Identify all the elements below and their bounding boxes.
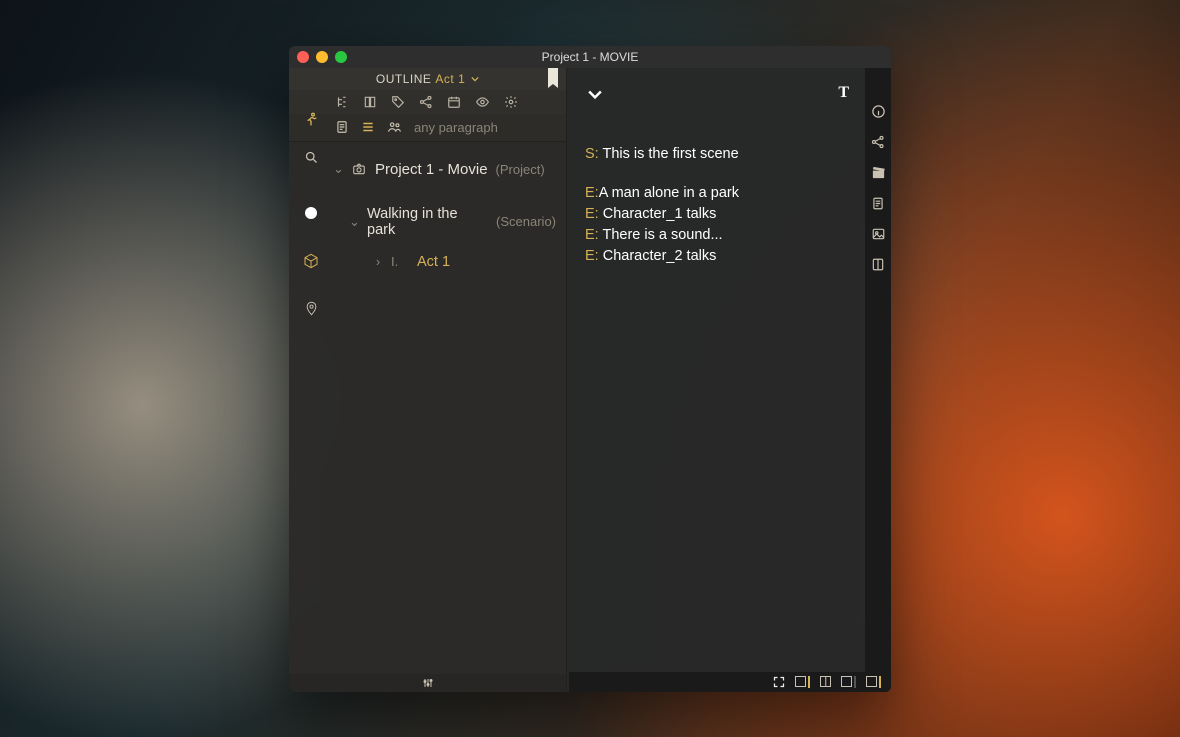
- app-window: Project 1 - MOVIE OUTLINE: [289, 46, 891, 692]
- editor-area[interactable]: T S: This is the first scene E:A man alo…: [567, 68, 865, 692]
- layout-toggle-3[interactable]: [841, 676, 856, 688]
- running-man-icon[interactable]: [303, 112, 319, 128]
- outline-footer: [289, 674, 566, 692]
- act-name: Act 1: [417, 254, 450, 270]
- scenario-name: Walking in the park: [367, 206, 488, 238]
- text-tool-icon[interactable]: T: [838, 84, 849, 102]
- info-icon[interactable]: [871, 104, 886, 119]
- editor-line: E: There is a sound...: [585, 225, 849, 246]
- bookmark-icon[interactable]: [546, 68, 560, 90]
- gear-icon[interactable]: [504, 95, 518, 109]
- list-icon[interactable]: [361, 120, 375, 134]
- tree-icon[interactable]: [335, 95, 349, 109]
- clapboard-icon[interactable]: [871, 165, 886, 180]
- book-icon[interactable]: [363, 95, 377, 109]
- people-icon[interactable]: [387, 120, 402, 134]
- status-bar: [569, 672, 891, 692]
- sliders-icon[interactable]: [421, 677, 435, 689]
- editor-line: E: Character_2 talks: [585, 246, 849, 267]
- filter-placeholder[interactable]: any paragraph: [414, 120, 498, 135]
- layout-toggle-1[interactable]: [795, 676, 810, 688]
- document-icon[interactable]: [871, 196, 885, 211]
- tag-icon[interactable]: [391, 95, 405, 109]
- outline-panel: OUTLINE Act 1: [289, 68, 567, 692]
- chevron-down-icon: ⌄: [333, 161, 343, 177]
- collapse-icon[interactable]: [585, 84, 605, 104]
- window-title: Project 1 - MOVIE: [289, 50, 891, 64]
- camera-icon: [351, 162, 367, 176]
- editor-line: S: This is the first scene: [585, 144, 849, 165]
- editor-line: E:A man alone in a park: [585, 183, 849, 204]
- editor-panel: T S: This is the first scene E:A man alo…: [567, 68, 891, 692]
- chevron-down-icon: ⌄: [349, 214, 359, 230]
- chevron-right-icon: ›: [373, 254, 383, 269]
- outline-header-selection[interactable]: Act 1: [435, 72, 479, 86]
- eye-icon[interactable]: [475, 95, 490, 109]
- titlebar: Project 1 - MOVIE: [289, 46, 891, 68]
- project-kind: (Project): [496, 162, 545, 177]
- fullscreen-icon[interactable]: [773, 676, 785, 688]
- layout-toggle-2[interactable]: [820, 676, 831, 687]
- layout-toggle-4[interactable]: [866, 676, 881, 688]
- tree-scenario-row[interactable]: ⌄ Walking in the park (Scenario): [333, 201, 556, 243]
- act-numeral: I.: [391, 254, 409, 269]
- scenario-kind: (Scenario): [496, 214, 556, 229]
- calendar-icon[interactable]: [447, 95, 461, 109]
- share-icon[interactable]: [419, 95, 433, 109]
- editor-line: E: Character_1 talks: [585, 204, 849, 225]
- column-icon[interactable]: [871, 257, 885, 272]
- tree-act-row[interactable]: › I. Act 1: [333, 249, 556, 275]
- right-tool-strip: [865, 68, 891, 692]
- outline-toolbar: [289, 90, 566, 114]
- project-name: Project 1 - Movie: [375, 161, 488, 178]
- outline-filter-row: any paragraph: [289, 114, 566, 142]
- share-icon[interactable]: [871, 135, 885, 149]
- chevron-down-icon: [471, 75, 479, 83]
- image-icon[interactable]: [871, 227, 886, 241]
- outline-header-label: OUTLINE: [376, 72, 432, 86]
- outline-header: OUTLINE Act 1: [289, 68, 566, 90]
- page-icon[interactable]: [335, 120, 349, 134]
- tree-project-row[interactable]: ⌄ Project 1 - Movie (Project): [333, 156, 556, 183]
- outline-tree: ⌄ Project 1 - Movie (Project) ⌄ Walking …: [289, 142, 566, 674]
